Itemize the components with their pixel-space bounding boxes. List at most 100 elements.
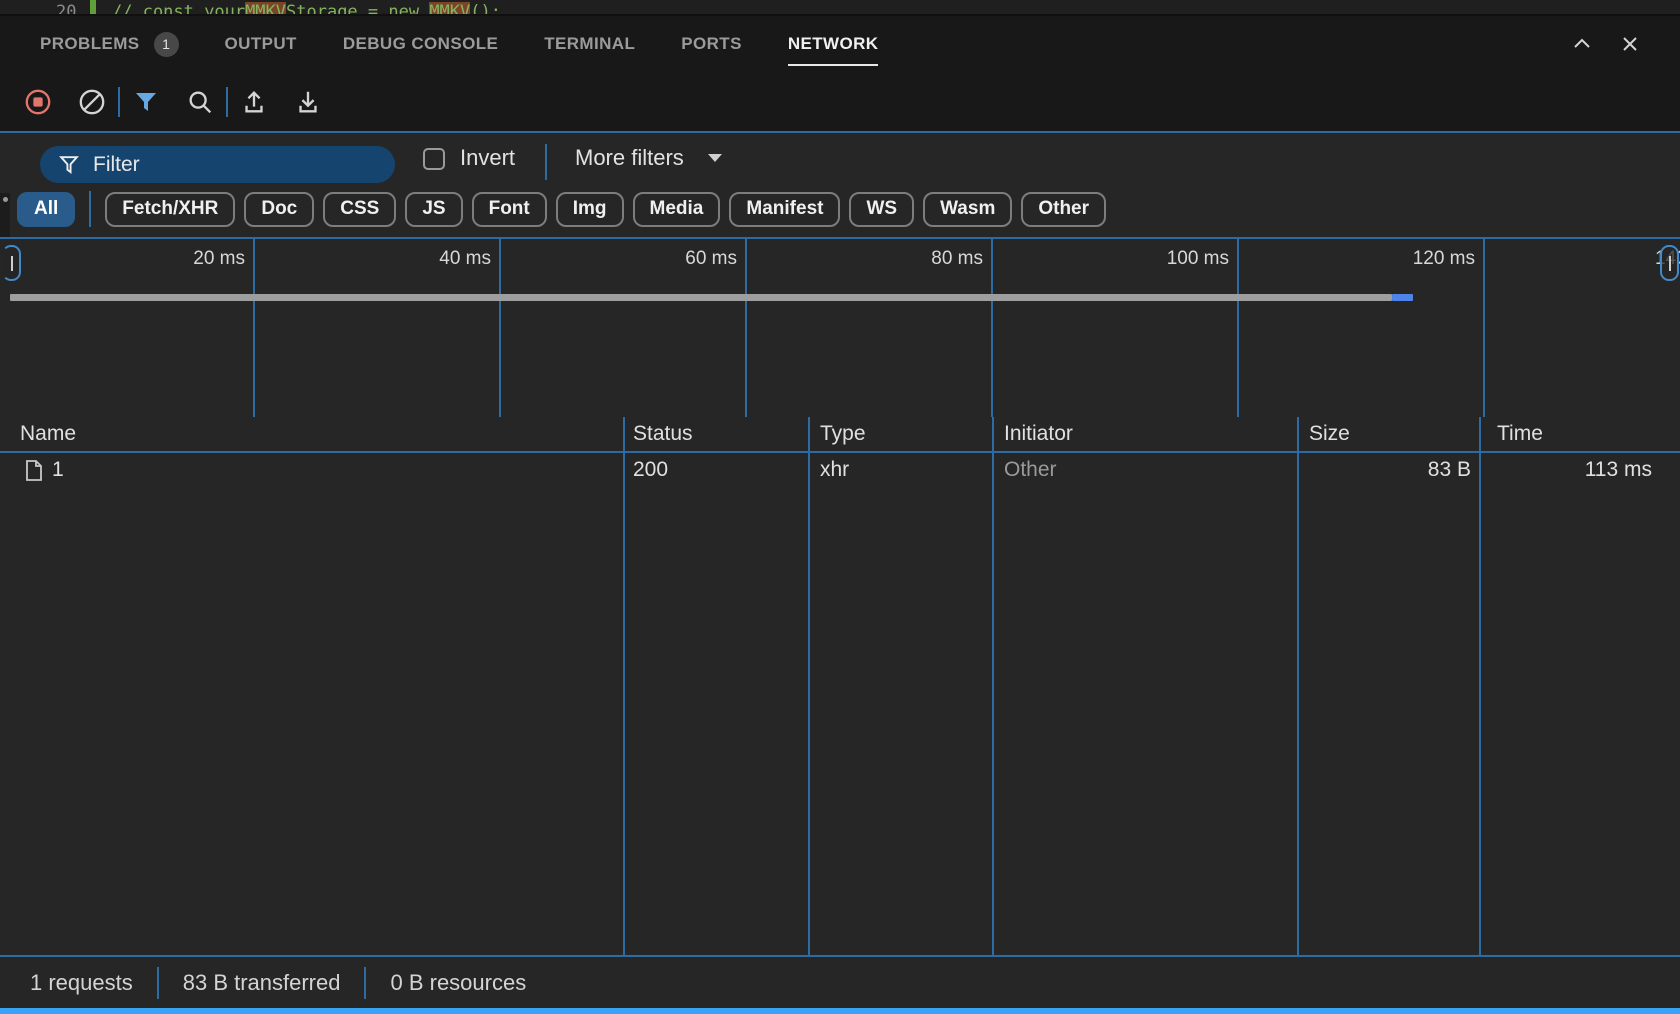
chip-font[interactable]: Font (472, 192, 547, 227)
chip-img[interactable]: Img (556, 192, 624, 227)
tab-label: OUTPUT (225, 34, 297, 54)
column-divider[interactable] (1297, 417, 1299, 955)
column-divider[interactable] (808, 417, 810, 955)
status-divider (157, 967, 159, 999)
editor-code-sliver: 20 // const yourMMKVStorage = new MMKV()… (0, 0, 1680, 16)
tab-label: TERMINAL (544, 34, 635, 54)
chip-label: WS (866, 198, 897, 220)
tab-terminal[interactable]: TERMINAL (544, 34, 635, 54)
column-divider[interactable] (623, 417, 625, 955)
transferred-size: 83 B transferred (183, 970, 341, 996)
chip-all[interactable]: All (17, 192, 75, 227)
toolbar-divider (118, 87, 120, 117)
column-header-initiator[interactable]: Initiator (1004, 422, 1073, 446)
chevron-down-icon (706, 152, 724, 164)
chips-divider (89, 191, 91, 227)
chip-label: Manifest (746, 198, 823, 220)
more-filters-label: More filters (575, 145, 684, 171)
chip-manifest[interactable]: Manifest (729, 192, 840, 227)
chip-label: Other (1038, 198, 1089, 220)
timeline-tick: 40 ms (246, 248, 491, 272)
chip-fetch-xhr[interactable]: Fetch/XHR (105, 192, 235, 227)
tab-problems[interactable]: PROBLEMS 1 (40, 32, 179, 57)
requests-count: 1 requests (30, 970, 133, 996)
cell-name: 1 (52, 458, 64, 482)
resources-size: 0 B resources (390, 970, 526, 996)
column-divider[interactable] (992, 417, 994, 955)
chip-media[interactable]: Media (633, 192, 721, 227)
requests-table-header: Name Status Type Initiator Size Time (0, 417, 1680, 453)
chip-doc[interactable]: Doc (244, 192, 314, 227)
network-status-bar: 1 requests 83 B transferred 0 B resource… (0, 957, 1680, 1008)
vscode-bottom-panel: 20 // const yourMMKVStorage = new MMKV()… (0, 0, 1680, 1014)
problems-count-badge: 1 (154, 32, 179, 57)
tab-label: PORTS (681, 34, 742, 54)
funnel-icon (58, 154, 80, 176)
column-divider[interactable] (1479, 417, 1481, 955)
table-row[interactable]: 1 200 xhr Other 83 B 113 ms (0, 453, 1680, 488)
chip-css[interactable]: CSS (323, 192, 396, 227)
chip-label: JS (422, 198, 445, 220)
record-icon[interactable] (24, 88, 52, 116)
cell-status: 200 (633, 458, 668, 482)
chip-label: All (34, 198, 58, 220)
chip-label: Img (573, 198, 607, 220)
chip-label: CSS (340, 198, 379, 220)
overview-ruler-dot (3, 197, 8, 202)
column-header-type[interactable]: Type (820, 422, 866, 446)
cell-type: xhr (820, 458, 849, 482)
tab-label: DEBUG CONSOLE (343, 34, 498, 54)
network-toolbar (0, 72, 1680, 131)
panel-tab-bar: PROBLEMS 1 OUTPUT DEBUG CONSOLE TERMINAL… (0, 16, 1680, 72)
tab-output[interactable]: OUTPUT (225, 34, 297, 54)
invert-label: Invert (460, 145, 515, 171)
request-overview-bar (10, 294, 1392, 301)
column-header-time[interactable]: Time (1497, 422, 1543, 446)
chip-label: Font (489, 198, 530, 220)
chip-label: Doc (261, 198, 297, 220)
chip-js[interactable]: JS (405, 192, 462, 227)
tab-ports[interactable]: PORTS (681, 34, 742, 54)
clear-icon[interactable] (78, 88, 106, 116)
network-overview-timeline[interactable]: 20 ms 40 ms 60 ms 80 ms 100 ms 120 ms 14… (0, 237, 1680, 417)
column-header-name[interactable]: Name (20, 422, 76, 446)
column-header-status[interactable]: Status (633, 422, 693, 446)
grip-line (11, 256, 13, 271)
more-filters-dropdown[interactable]: More filters (575, 145, 724, 171)
document-icon (25, 460, 43, 482)
timeline-tick: 60 ms (492, 248, 737, 272)
cell-time: 113 ms (1479, 458, 1652, 482)
download-har-icon[interactable] (294, 88, 322, 116)
chip-wasm[interactable]: Wasm (923, 192, 1012, 227)
upload-har-icon[interactable] (240, 88, 268, 116)
invert-checkbox[interactable] (423, 148, 445, 170)
maximize-panel-icon[interactable] (1568, 30, 1596, 58)
window-bottom-accent-line (0, 1008, 1680, 1014)
filter-input[interactable]: Filter (40, 146, 395, 183)
tab-network[interactable]: NETWORK (788, 34, 879, 54)
filter-icon[interactable] (132, 88, 160, 116)
chip-label: Media (650, 198, 704, 220)
network-filter-row: Filter Invert More filters (0, 133, 1680, 193)
search-icon[interactable] (186, 88, 214, 116)
overview-window-left-grip[interactable] (2, 245, 21, 281)
request-overview-bar-download (1392, 294, 1413, 301)
cell-size: 83 B (1297, 458, 1471, 482)
tab-label: NETWORK (788, 34, 879, 54)
grip-line (1669, 256, 1671, 271)
overview-window-right-grip[interactable] (1660, 245, 1679, 281)
timeline-tick: 120 ms (1230, 248, 1475, 272)
tab-debug-console[interactable]: DEBUG CONSOLE (343, 34, 498, 54)
chip-other[interactable]: Other (1021, 192, 1106, 227)
filter-placeholder: Filter (93, 153, 140, 177)
panel-actions (1568, 16, 1680, 72)
status-divider (364, 967, 366, 999)
chip-label: Fetch/XHR (122, 198, 218, 220)
timeline-tick: 80 ms (738, 248, 983, 272)
filter-divider (545, 144, 547, 180)
close-panel-icon[interactable] (1616, 30, 1644, 58)
column-header-size[interactable]: Size (1309, 422, 1350, 446)
chip-ws[interactable]: WS (849, 192, 914, 227)
toolbar-divider (226, 87, 228, 117)
timeline-gridline (1483, 239, 1485, 417)
